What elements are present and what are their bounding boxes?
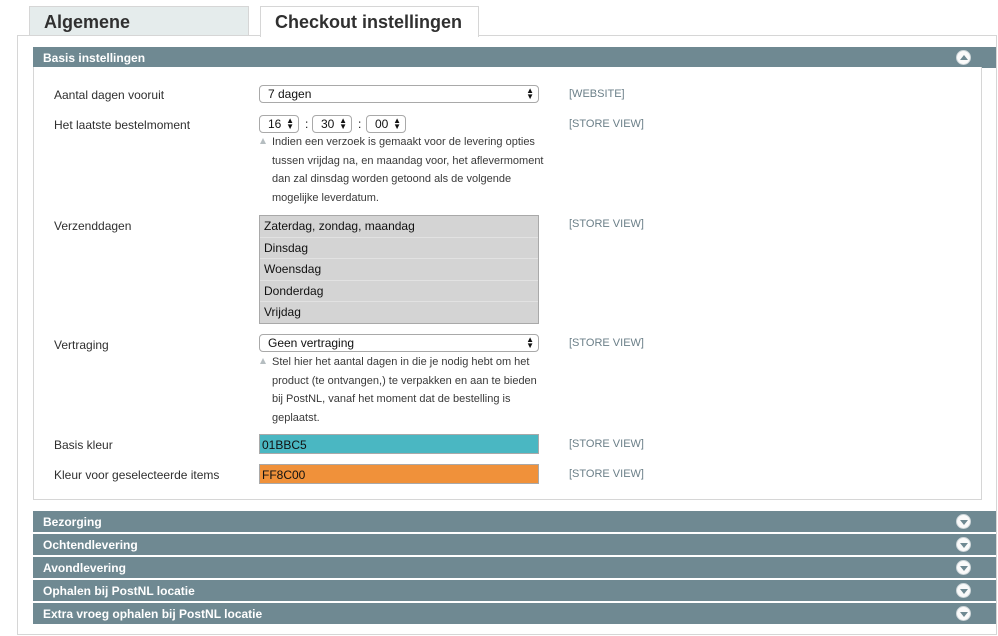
section-header-evening-delivery[interactable]: Avondlevering [33, 557, 996, 578]
cutoff-label: Het laatste bestelmoment [54, 118, 191, 132]
expand-icon[interactable] [956, 514, 971, 529]
select-arrows-icon: ▲ ▼ [526, 86, 534, 101]
expand-icon[interactable] [956, 583, 971, 598]
note-triangle-icon [260, 358, 266, 364]
section-header-early-pickup[interactable]: Extra vroeg ophalen bij PostNL locatie [33, 603, 996, 624]
ship-days-option[interactable]: Woensdag [260, 259, 538, 281]
delay-select[interactable]: Geen vertraging ▲ ▼ [259, 334, 539, 352]
note-triangle-icon [260, 138, 266, 144]
tab-general-settings[interactable]: Algemene instellingen [29, 6, 249, 53]
section-title: Avondlevering [43, 561, 126, 575]
cutoff-hour-select[interactable]: 16 ▲ ▼ [259, 115, 299, 133]
select-arrows-icon: ▲ ▼ [393, 116, 401, 131]
ship-days-option[interactable]: Zaterdag, zondag, maandag [260, 216, 538, 238]
expand-icon[interactable] [956, 560, 971, 575]
section-header-pickup-location[interactable]: Ophalen bij PostNL locatie [33, 580, 996, 601]
section-title: Extra vroeg ophalen bij PostNL locatie [43, 607, 263, 621]
section-header-delivery[interactable]: Bezorging [33, 511, 996, 532]
cutoff-note: Indien een verzoek is gemaakt voor de le… [272, 136, 544, 204]
cutoff-second-value: 00 [375, 117, 389, 131]
tab-checkout-settings[interactable]: Checkout instellingen [260, 6, 479, 37]
selected-color-label: Kleur voor geselecteerde items [54, 468, 220, 482]
select-arrows-icon: ▲ ▼ [526, 335, 534, 350]
expand-icon[interactable] [956, 606, 971, 621]
expand-icon[interactable] [956, 537, 971, 552]
cutoff-minute-select[interactable]: 30 ▲ ▼ [312, 115, 352, 133]
tab-label: Checkout instellingen [275, 12, 463, 32]
section-title: Ochtendlevering [43, 538, 138, 552]
section-header-basic-settings[interactable]: Basis instellingen [33, 47, 996, 68]
section-title: Ophalen bij PostNL locatie [43, 584, 195, 598]
time-separator: : [305, 117, 309, 131]
delay-scope: [STORE VIEW] [569, 337, 644, 349]
cutoff-scope: [STORE VIEW] [569, 118, 644, 130]
selected-color-input[interactable]: FF8C00 [259, 464, 539, 484]
days-ahead-select[interactable]: 7 dagen ▲ ▼ [259, 85, 539, 103]
base-color-input[interactable]: 01BBC5 [259, 434, 539, 454]
ship-days-label: Verzenddagen [54, 219, 132, 233]
days-ahead-label: Aantal dagen vooruit [54, 88, 165, 102]
section-header-morning-delivery[interactable]: Ochtendlevering [33, 534, 996, 555]
ship-days-option[interactable]: Donderdag [260, 281, 538, 302]
days-ahead-scope: [WEBSITE] [569, 88, 625, 100]
select-arrows-icon: ▲ ▼ [339, 116, 347, 131]
select-arrows-icon: ▲ ▼ [286, 116, 294, 131]
cutoff-minute-value: 30 [321, 117, 335, 131]
ship-days-option[interactable]: Dinsdag [260, 238, 538, 259]
delay-note: Stel hier het aantal dagen in die je nod… [272, 356, 537, 424]
time-separator: : [358, 117, 362, 131]
base-color-label: Basis kleur [54, 438, 113, 452]
cutoff-second-select[interactable]: 00 ▲ ▼ [366, 115, 406, 133]
section-title: Basis instellingen [43, 51, 146, 65]
ship-days-option[interactable]: Vrijdag [260, 302, 538, 324]
collapse-icon[interactable] [956, 50, 971, 65]
section-title: Bezorging [43, 515, 102, 529]
base-color-scope: [STORE VIEW] [569, 438, 644, 450]
ship-days-scope: [STORE VIEW] [569, 218, 644, 230]
cutoff-hour-value: 16 [268, 117, 282, 131]
delay-value: Geen vertraging [268, 336, 355, 350]
delay-label: Vertraging [54, 338, 109, 352]
days-ahead-value: 7 dagen [268, 87, 312, 101]
selected-color-scope: [STORE VIEW] [569, 468, 644, 480]
ship-days-multiselect[interactable]: Zaterdag, zondag, maandag Dinsdag Woensd… [259, 215, 539, 324]
